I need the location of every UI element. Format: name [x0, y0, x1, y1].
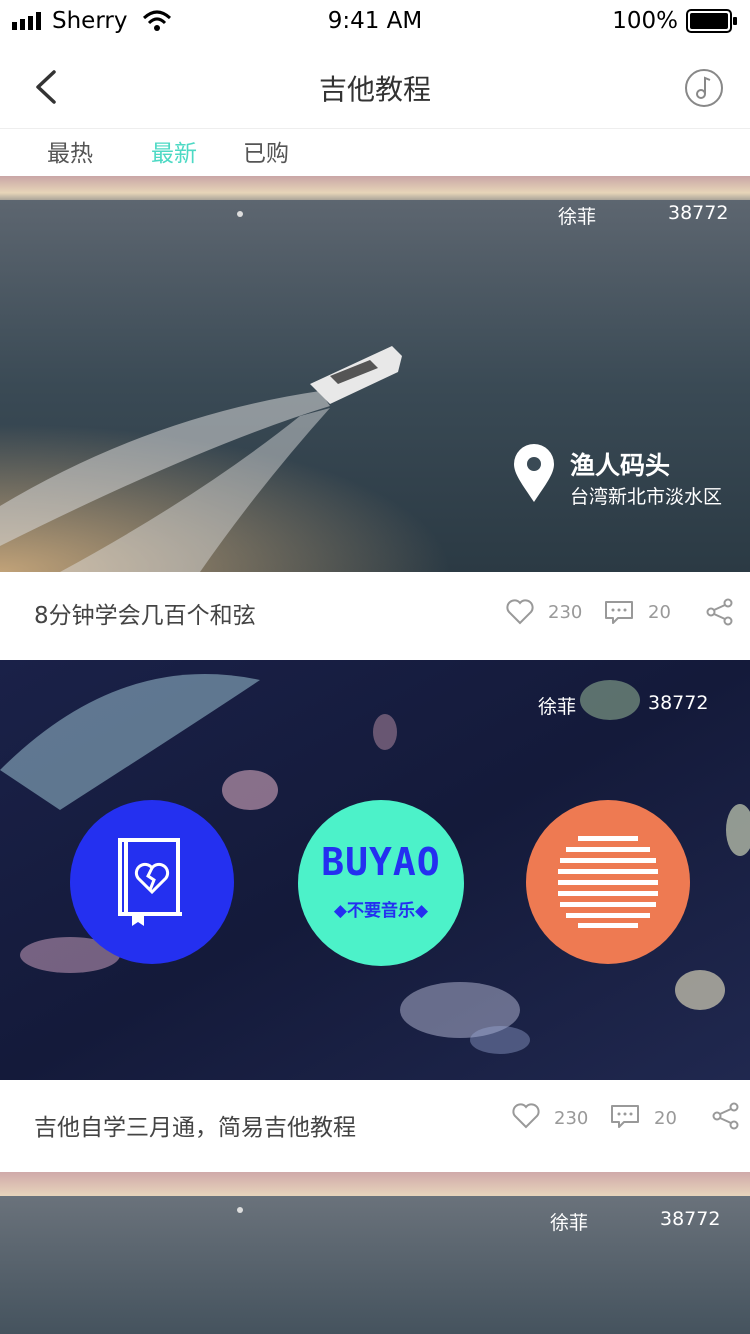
like-count: 230 [554, 1108, 589, 1129]
video-thumbnail[interactable]: 徐菲 38772 [0, 1172, 750, 1334]
share-icon[interactable] [705, 598, 735, 626]
soundwave-logo [526, 800, 690, 964]
lines-icon [558, 836, 658, 928]
status-bar: Sherry 9:41 AM 100% [0, 0, 750, 44]
location-pin-icon [514, 444, 554, 502]
video-thumbnail[interactable]: 徐菲 38772 渔人码头 台湾新北市淡水区 [0, 176, 750, 572]
heart-icon[interactable] [511, 1102, 541, 1130]
battery-percent: 100% [612, 8, 678, 34]
comment-icon[interactable] [604, 600, 634, 626]
sea-boat-image [0, 176, 750, 572]
author-name: 徐菲 [550, 1212, 589, 1234]
video-title[interactable]: 吉他自学三月通，简易吉他教程 [34, 1108, 356, 1142]
tab-hottest[interactable]: 最热 [47, 134, 93, 168]
author-name: 徐菲 [558, 206, 597, 228]
sea-image [0, 1172, 750, 1334]
like-count: 230 [548, 602, 583, 623]
logo-big-text: BUYAO [321, 840, 441, 884]
tab-bar: 最热 最新 已购 [0, 128, 750, 176]
card-info-row: 8分钟学会几百个和弦 230 20 [0, 572, 750, 660]
video-thumbnail[interactable]: 徐菲 38772 BUYAO ◆不要音乐◆ [0, 660, 750, 1080]
tab-newest[interactable]: 最新 [151, 134, 197, 168]
view-count: 38772 [660, 1208, 721, 1230]
author-name: 徐菲 [538, 696, 577, 718]
view-count: 38772 [648, 692, 709, 714]
heart-icon[interactable] [505, 598, 535, 626]
video-title[interactable]: 8分钟学会几百个和弦 [34, 596, 256, 630]
buyao-logo: BUYAO ◆不要音乐◆ [298, 800, 464, 966]
tab-purchased[interactable]: 已购 [243, 134, 289, 168]
view-count: 38772 [668, 202, 729, 224]
card-info-row: 吉他自学三月通，简易吉他教程 230 20 [0, 1080, 750, 1172]
comment-count: 20 [648, 602, 671, 623]
comment-icon[interactable] [610, 1104, 640, 1130]
comment-count: 20 [654, 1108, 677, 1129]
battery-icon [686, 9, 737, 33]
logo-small-text: ◆不要音乐◆ [333, 901, 429, 921]
music-note-icon[interactable] [684, 68, 724, 108]
navigation-bar: 吉他教程 [0, 44, 750, 129]
broken-heart-book-icon [118, 838, 182, 926]
broken-heart-book-logo [70, 800, 234, 964]
page-title: 吉他教程 [318, 73, 431, 106]
share-icon[interactable] [711, 1102, 741, 1130]
location-name: 渔人码头 [570, 451, 671, 480]
location-area: 台湾新北市淡水区 [570, 486, 723, 508]
